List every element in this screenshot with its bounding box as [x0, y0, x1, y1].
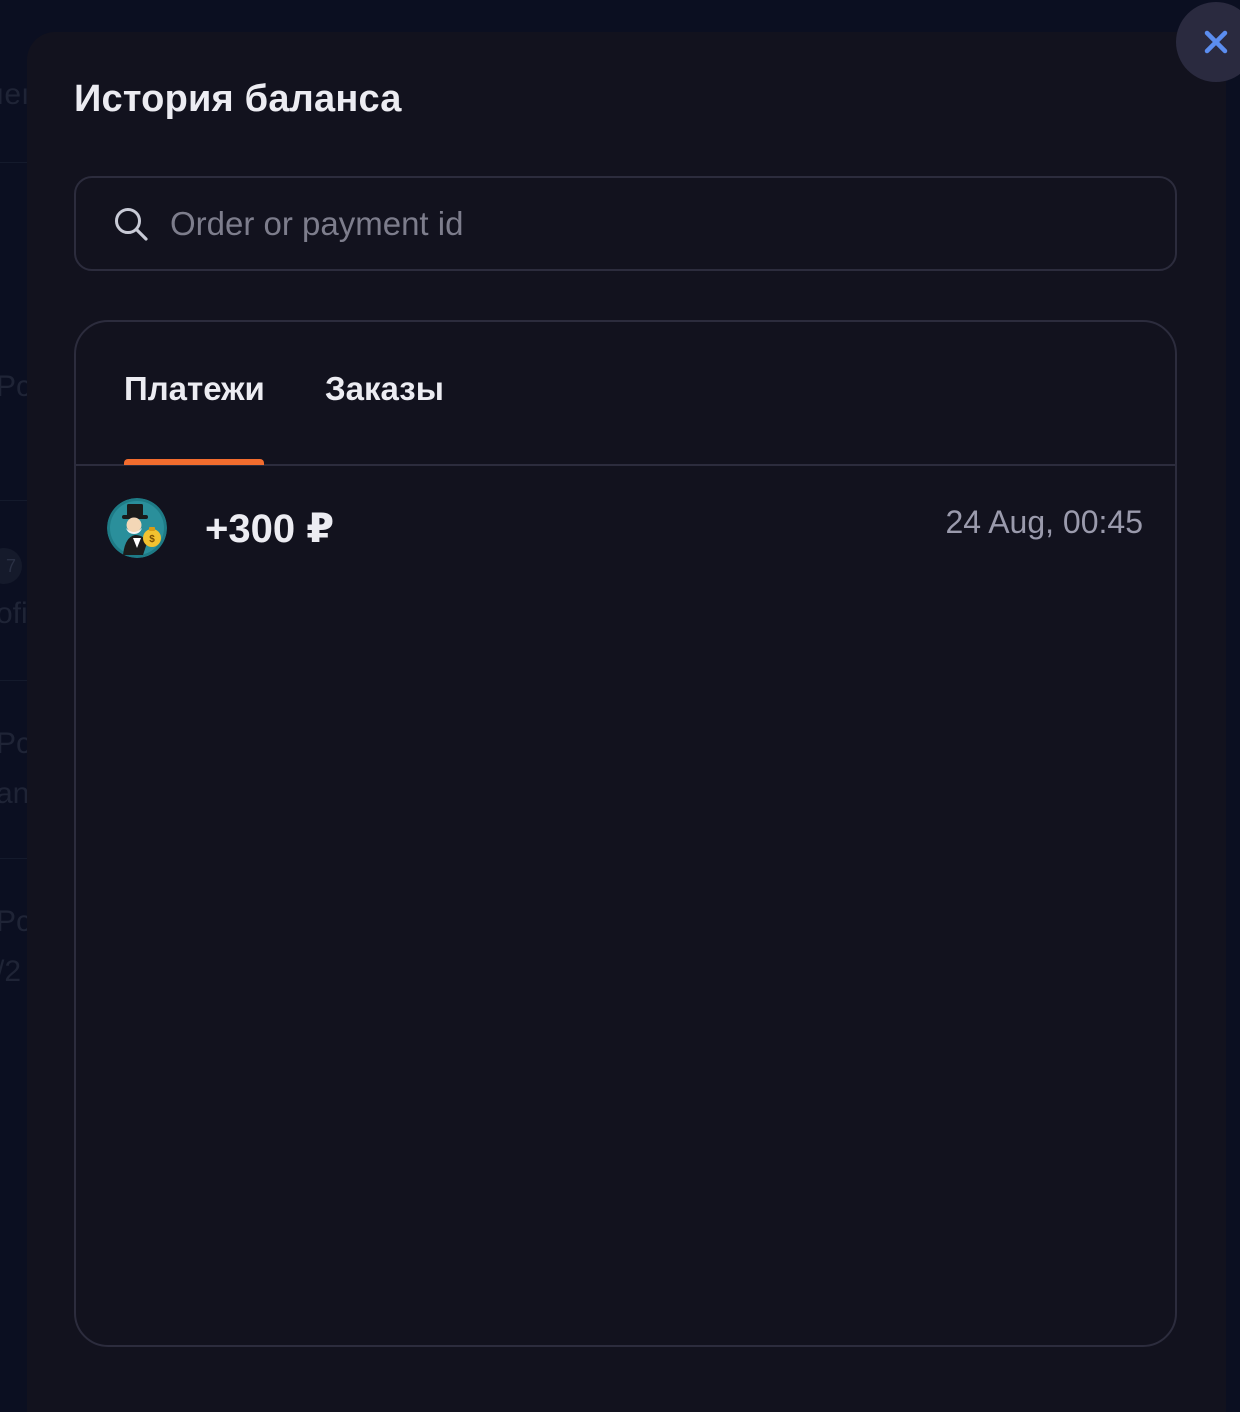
background-text: ofi — [0, 597, 28, 630]
tab-payments[interactable]: Платежи — [124, 370, 265, 408]
svg-text:$: $ — [149, 534, 155, 545]
search-field[interactable] — [74, 176, 1177, 271]
search-icon — [115, 207, 148, 241]
payment-row[interactable]: $ +300 ₽ 24 Aug, 00:45 — [76, 466, 1175, 596]
background-text: /2 — [0, 955, 22, 988]
background-text: ıeı — [0, 78, 30, 111]
search-input[interactable] — [170, 204, 1175, 243]
payment-method-icon: $ — [107, 498, 167, 558]
payment-amount: +300 ₽ — [205, 507, 335, 551]
tab-bar: Платежи Заказы — [76, 322, 1175, 466]
active-tab-indicator — [124, 459, 264, 465]
modal-title: История баланса — [74, 78, 402, 120]
payment-date: 24 Aug, 00:45 — [945, 504, 1143, 540]
background-text: an — [0, 777, 30, 810]
tab-orders[interactable]: Заказы — [325, 370, 444, 408]
balance-history-modal: История баланса Платежи Заказы — [27, 32, 1226, 1412]
close-icon — [1204, 30, 1228, 54]
background-badge: 7 — [0, 548, 22, 584]
history-panel: Платежи Заказы $ +300 ₽ 24 Aug, 00:45 — [74, 320, 1177, 1347]
